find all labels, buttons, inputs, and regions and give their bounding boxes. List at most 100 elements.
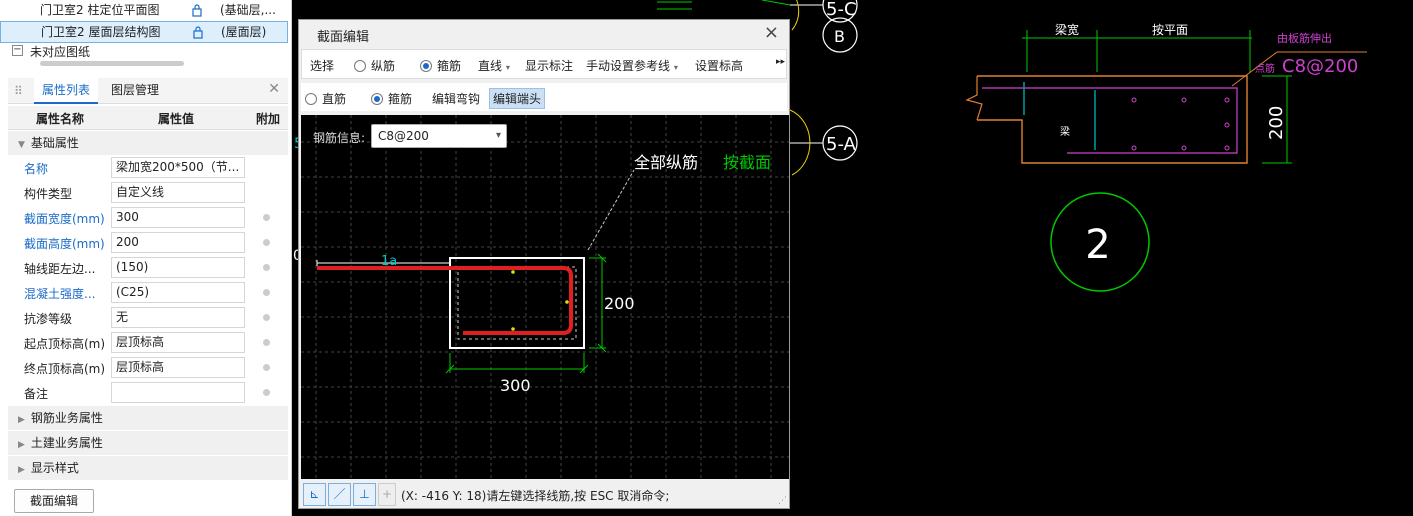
prop-row[interactable]: 轴线距左边... (150)	[8, 255, 288, 280]
radio-icon	[305, 93, 317, 105]
drawing-name: 门卫室2 屋面层结构图	[41, 25, 161, 39]
expand-icon: ▶	[18, 465, 25, 475]
radio-selected-icon	[420, 60, 432, 72]
detail-rebar: C8@200	[1282, 56, 1358, 77]
close-icon[interactable]: ✕	[268, 81, 280, 97]
edit-hook-button[interactable]: 编辑弯钩	[432, 90, 480, 107]
toolbar-sub: 直筋 箍筋 编辑弯钩 编辑端头	[301, 83, 787, 111]
attach-checkbox[interactable]	[263, 289, 270, 296]
radio-straight[interactable]: 直筋	[305, 90, 346, 107]
drawing-layer: (基础层,...	[220, 3, 276, 17]
resize-grip-icon[interactable]: ⋰	[778, 496, 787, 506]
property-header: 属性名称 属性值 附加	[8, 106, 288, 130]
radio-stirrup[interactable]: 箍筋	[420, 57, 461, 74]
drawing-item-1[interactable]: 门卫室2 柱定位平面图 (基础层,...	[0, 0, 288, 22]
ref-line-dropdown[interactable]: 手动设置参考线 ▾	[586, 57, 678, 74]
line-dropdown[interactable]: 直线 ▾	[478, 57, 510, 74]
stirrup-rebar[interactable]	[317, 266, 573, 335]
detail-note: 由板筋伸出	[1277, 31, 1332, 45]
prop-row[interactable]: 截面高度(mm) 200	[8, 230, 288, 255]
radio-icon	[354, 60, 366, 72]
axis-label-a: 5-A	[826, 134, 857, 155]
more-icon[interactable]: ▸▸	[776, 57, 785, 67]
section-edit-dialog: 截面编辑 × 选择 纵筋 箍筋 直线 ▾ 显示标注 手动设置参考线 ▾ 设置标高…	[298, 19, 790, 509]
prop-row[interactable]: 抗渗等级无	[8, 305, 288, 330]
status-text: (X: -416 Y: 18)请左键选择线筋,按 ESC 取消命令;	[401, 489, 670, 503]
toolbar-main: 选择 纵筋 箍筋 直线 ▾ 显示标注 手动设置参考线 ▾ 设置标高 ▸▸	[301, 49, 787, 79]
rebar-point	[511, 327, 515, 331]
prop-row[interactable]: 混凝土强度... (C25)	[8, 280, 288, 305]
col-name: 属性名称	[36, 112, 85, 126]
la-label: 1a	[381, 254, 397, 269]
snap-icon[interactable]: +	[378, 483, 396, 506]
prop-row[interactable]: 构件类型 自定义线	[8, 180, 288, 205]
radio-hoop[interactable]: 箍筋	[371, 90, 412, 107]
detail-rebar-prefix: 点筋	[1255, 62, 1275, 75]
property-tabs: ⠿ 属性列表 图层管理 ✕	[8, 78, 288, 104]
expand-icon: ▶	[18, 415, 25, 425]
drag-handle-icon[interactable]: ⠿	[14, 84, 23, 98]
axis-label-b: B	[834, 27, 845, 46]
attach-checkbox[interactable]	[263, 314, 270, 321]
attach-checkbox[interactable]	[263, 364, 270, 371]
prop-row[interactable]: 截面宽度(mm) 300	[8, 205, 288, 230]
group-display[interactable]: ▶ 显示样式	[8, 456, 288, 480]
radio-selected-icon	[371, 93, 383, 105]
axis-label-c: 5-C	[826, 0, 857, 20]
expand-icon: ▼	[18, 140, 25, 150]
attach-checkbox[interactable]	[263, 389, 270, 396]
expand-icon: ▶	[18, 440, 25, 450]
prop-row[interactable]: 起点顶标高(m) 层顶标高	[8, 330, 288, 355]
cover-line	[457, 266, 577, 340]
section-number-text: 2	[1085, 222, 1110, 268]
chevron-down-icon: ▾	[505, 63, 510, 72]
by-section-label: 按截面	[723, 153, 771, 172]
show-label-button[interactable]: 显示标注	[525, 57, 573, 74]
rebar-info-select[interactable]: C8@200	[371, 124, 507, 148]
prop-row[interactable]: 名称 梁加宽200*500（节...	[8, 155, 288, 180]
unmatched-drawings[interactable]: 未对应图纸	[30, 43, 90, 60]
set-elevation-button[interactable]: 设置标高	[695, 57, 743, 74]
section-edit-button[interactable]: 截面编辑	[14, 489, 94, 513]
close-icon[interactable]: ×	[764, 22, 779, 43]
section-drawing[interactable]: 200 300 1a 全部纵筋 按截面	[301, 115, 789, 479]
chevron-down-icon: ▾	[673, 63, 678, 72]
select-button[interactable]: 选择	[310, 57, 334, 74]
rebar-point	[565, 300, 569, 304]
group-basic[interactable]: ▼ 基础属性	[8, 131, 288, 155]
lock-icon[interactable]	[191, 25, 205, 39]
detail-label-plan: 按平面	[1152, 23, 1188, 37]
line-icon[interactable]: ／	[328, 483, 351, 506]
group-civil[interactable]: ▶ 土建业务属性	[8, 431, 288, 455]
all-long-label: 全部纵筋	[634, 153, 698, 172]
horizontal-scrollbar[interactable]	[40, 61, 184, 66]
group-rebar[interactable]: ▶ 钢筋业务属性	[8, 406, 288, 430]
drawing-item-2[interactable]: 门卫室2 屋面层结构图 (屋面层)	[0, 21, 288, 43]
dialog-title: 截面编辑	[317, 30, 370, 45]
prop-row[interactable]: 终点顶标高(m) 层顶标高	[8, 355, 288, 380]
drawing-layer: (屋面层)	[221, 25, 267, 39]
radio-longitudinal[interactable]: 纵筋	[354, 57, 395, 74]
attach-checkbox[interactable]	[263, 239, 270, 246]
section-canvas[interactable]: 200 300 1a 全部纵筋 按截面 钢筋信息: C8@200	[301, 115, 789, 479]
attach-checkbox[interactable]	[263, 339, 270, 346]
left-panel: 门卫室2 柱定位平面图 (基础层,... 门卫室2 屋面层结构图 (屋面层) −…	[0, 0, 292, 516]
tab-property-list[interactable]: 属性列表	[34, 78, 99, 104]
collapse-icon[interactable]: −	[12, 45, 23, 56]
col-value: 属性值	[158, 112, 195, 126]
dim-width: 300	[500, 376, 531, 395]
lock-icon[interactable]	[190, 3, 204, 17]
attach-checkbox[interactable]	[263, 264, 270, 271]
prop-row[interactable]: 备注	[8, 380, 288, 405]
attach-checkbox[interactable]	[263, 214, 270, 221]
col-extra: 附加	[256, 112, 281, 126]
rebar-point	[511, 270, 515, 274]
detail-label-width: 梁宽	[1055, 22, 1079, 37]
status-bar: ⊾ ／ ⊥ + (X: -416 Y: 18)请左键选择线筋,按 ESC 取消命…	[301, 481, 789, 508]
ortho-icon[interactable]: ⊾	[303, 483, 326, 506]
tab-layer-manager[interactable]: 图层管理	[103, 78, 167, 104]
drawing-name: 门卫室2 柱定位平面图	[40, 3, 160, 17]
detail-side-label: 梁	[1060, 125, 1070, 138]
perpendicular-icon[interactable]: ⊥	[353, 483, 376, 506]
edit-end-button[interactable]: 编辑端头	[489, 88, 546, 109]
